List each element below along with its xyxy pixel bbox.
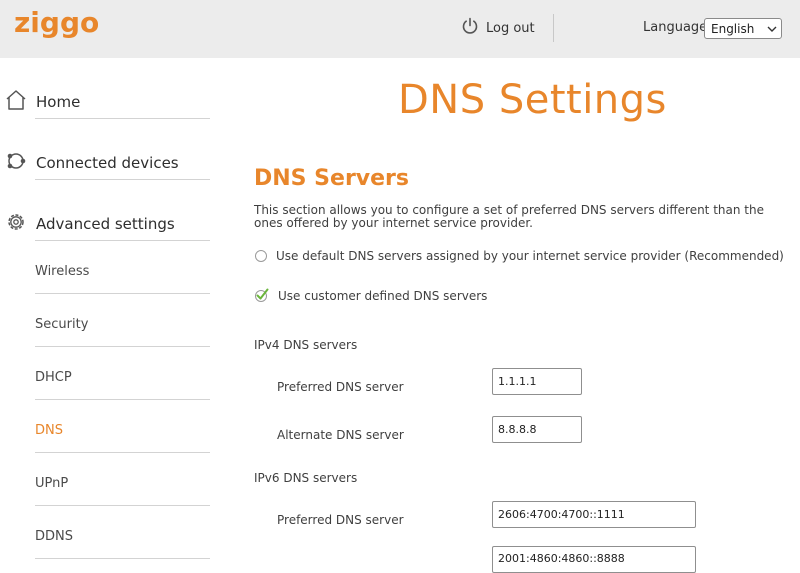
sidebar-nav: Home Connected devices Advanced settings… xyxy=(0,58,212,560)
devices-icon xyxy=(4,149,28,177)
gear-icon xyxy=(4,210,28,238)
nav-divider xyxy=(35,240,210,241)
option-custom-dns[interactable]: Use customer defined DNS servers xyxy=(255,288,488,303)
language-label: Language xyxy=(643,20,708,35)
nav-divider xyxy=(35,179,210,180)
ipv4-alternate-input[interactable]: 8.8.8.8 xyxy=(492,416,582,443)
option-label: Use default DNS servers assigned by your… xyxy=(276,249,784,263)
nav-divider xyxy=(35,558,210,559)
nav-divider xyxy=(35,293,210,294)
nav-divider xyxy=(35,118,210,119)
sidebar-item-dns[interactable]: DNS xyxy=(35,423,63,438)
logout-label: Log out xyxy=(486,20,535,36)
ipv4-preferred-input[interactable]: 1.1.1.1 xyxy=(492,368,582,395)
option-default-dns[interactable]: Use default DNS servers assigned by your… xyxy=(255,249,784,263)
sidebar-item-upnp[interactable]: UPnP xyxy=(35,476,68,491)
ziggo-logo[interactable]: ziggo xyxy=(14,4,99,48)
sidebar-item-security[interactable]: Security xyxy=(35,317,88,332)
sidebar-item-ddns[interactable]: DDNS xyxy=(35,529,73,544)
ipv4-alternate-label: Alternate DNS server xyxy=(277,428,404,442)
sidebar-item-dhcp[interactable]: DHCP xyxy=(35,370,72,385)
sidebar-item-label: Connected devices xyxy=(36,154,179,172)
nav-divider xyxy=(35,452,210,453)
ipv6-preferred-input[interactable]: 2606:4700:4700::1111 xyxy=(492,501,696,528)
power-icon xyxy=(460,16,480,40)
nav-divider xyxy=(35,346,210,347)
section-description: This section allows you to configure a s… xyxy=(254,203,764,230)
ipv4-preferred-label: Preferred DNS server xyxy=(277,380,404,394)
radio-unchecked-icon[interactable] xyxy=(255,250,267,262)
language-select[interactable]: English xyxy=(704,18,782,39)
radio-checked-icon[interactable] xyxy=(255,288,269,303)
sidebar-item-label: Advanced settings xyxy=(36,215,175,233)
section-title: DNS Servers xyxy=(254,166,409,191)
sidebar-item-connected-devices[interactable]: Connected devices xyxy=(4,149,210,177)
top-bar: ziggo Log out Language English xyxy=(0,0,800,58)
nav-divider xyxy=(35,399,210,400)
language-select-value: English xyxy=(711,21,755,36)
ipv4-group-label: IPv4 DNS servers xyxy=(254,338,358,352)
header-divider xyxy=(553,14,554,42)
chevron-down-icon xyxy=(767,25,777,33)
svg-text:ziggo: ziggo xyxy=(14,6,98,39)
ipv6-preferred-label: Preferred DNS server xyxy=(277,513,404,527)
page-title: DNS Settings xyxy=(398,77,667,123)
nav-divider xyxy=(35,505,210,506)
sidebar-item-home[interactable]: Home xyxy=(4,88,210,116)
ipv6-group-label: IPv6 DNS servers xyxy=(254,471,358,485)
sidebar-item-wireless[interactable]: Wireless xyxy=(35,264,89,279)
option-label: Use customer defined DNS servers xyxy=(278,289,488,303)
home-icon xyxy=(4,88,28,116)
sidebar-item-advanced-settings[interactable]: Advanced settings xyxy=(4,210,210,238)
logout-button[interactable]: Log out xyxy=(460,16,535,40)
sidebar-item-label: Home xyxy=(36,93,81,111)
